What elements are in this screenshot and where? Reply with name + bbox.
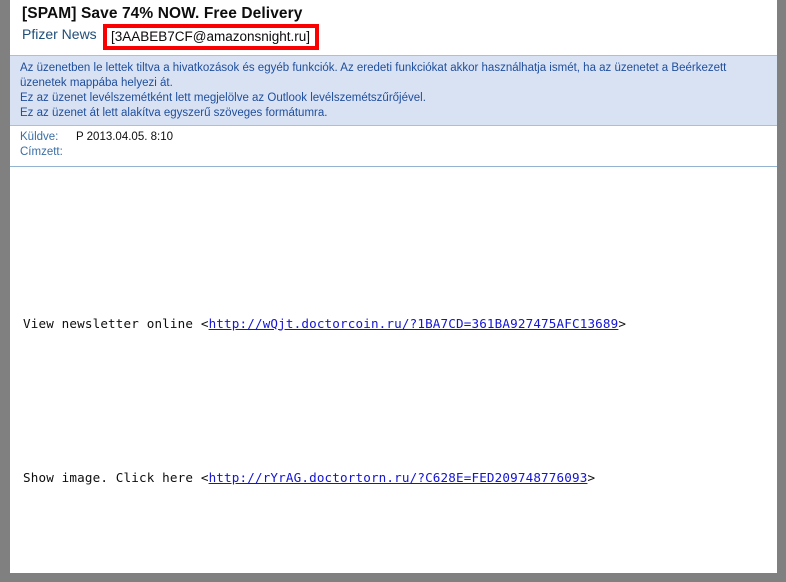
email-window: [SPAM] Save 74% NOW. Free Delivery Pfize… [0, 0, 786, 582]
email-content-pane: [SPAM] Save 74% NOW. Free Delivery Pfize… [10, 0, 777, 573]
show-image-link[interactable]: http://rYrAG.doctortorn.ru/?C628E=FED209… [209, 470, 588, 485]
show-image-label: Show image. Click here < [23, 470, 209, 486]
sender-name: Pfizer News [22, 26, 97, 42]
body-spacer-top [23, 219, 777, 263]
field-sent: Küldve: P 2013.04.05. 8:10 [20, 130, 777, 145]
info-line-blocked-links: Az üzenetben le lettek tiltva a hivatkoz… [20, 62, 727, 89]
info-line-plaintext-converted: Ez az üzenet át lett alakítva egyszerű s… [20, 106, 328, 119]
line-show-image: Show image. Click here <http://rYrAG.doc… [23, 469, 777, 486]
field-sent-label: Küldve: [20, 131, 59, 144]
info-line-junk-marked: Ez az üzenet levélszemétként lett megjel… [20, 92, 426, 105]
sender-email-highlight[interactable]: [3AABEB7CF@amazonsnight.ru] [103, 24, 320, 50]
spam-info-bar: Az üzenetben le lettek tiltva a hivatkoz… [10, 55, 777, 127]
sender-row: Pfizer News [3AABEB7CF@amazonsnight.ru] [10, 23, 777, 50]
view-newsletter-link[interactable]: http://wQjt.doctorcoin.ru/?1BA7CD=361BA9… [209, 316, 619, 331]
message-header-fields: Küldve: P 2013.04.05. 8:10 Címzett: [10, 126, 777, 162]
view-newsletter-close: > [618, 315, 627, 331]
page-title: [SPAM] Save 74% NOW. Free Delivery [22, 5, 303, 22]
body-spacer-1 [23, 383, 777, 417]
view-newsletter-label: View newsletter online < [23, 315, 209, 331]
line-view-newsletter: View newsletter online <http://wQjt.doct… [23, 315, 777, 332]
message-body: View newsletter online <http://wQjt.doct… [10, 167, 777, 573]
show-image-close: > [587, 470, 596, 486]
field-to-value [72, 145, 76, 160]
field-to-label: Címzett: [20, 146, 63, 159]
field-sent-value: P 2013.04.05. 8:10 [76, 131, 173, 144]
field-to: Címzett: [20, 145, 777, 160]
body-spacer-2 [23, 538, 777, 555]
